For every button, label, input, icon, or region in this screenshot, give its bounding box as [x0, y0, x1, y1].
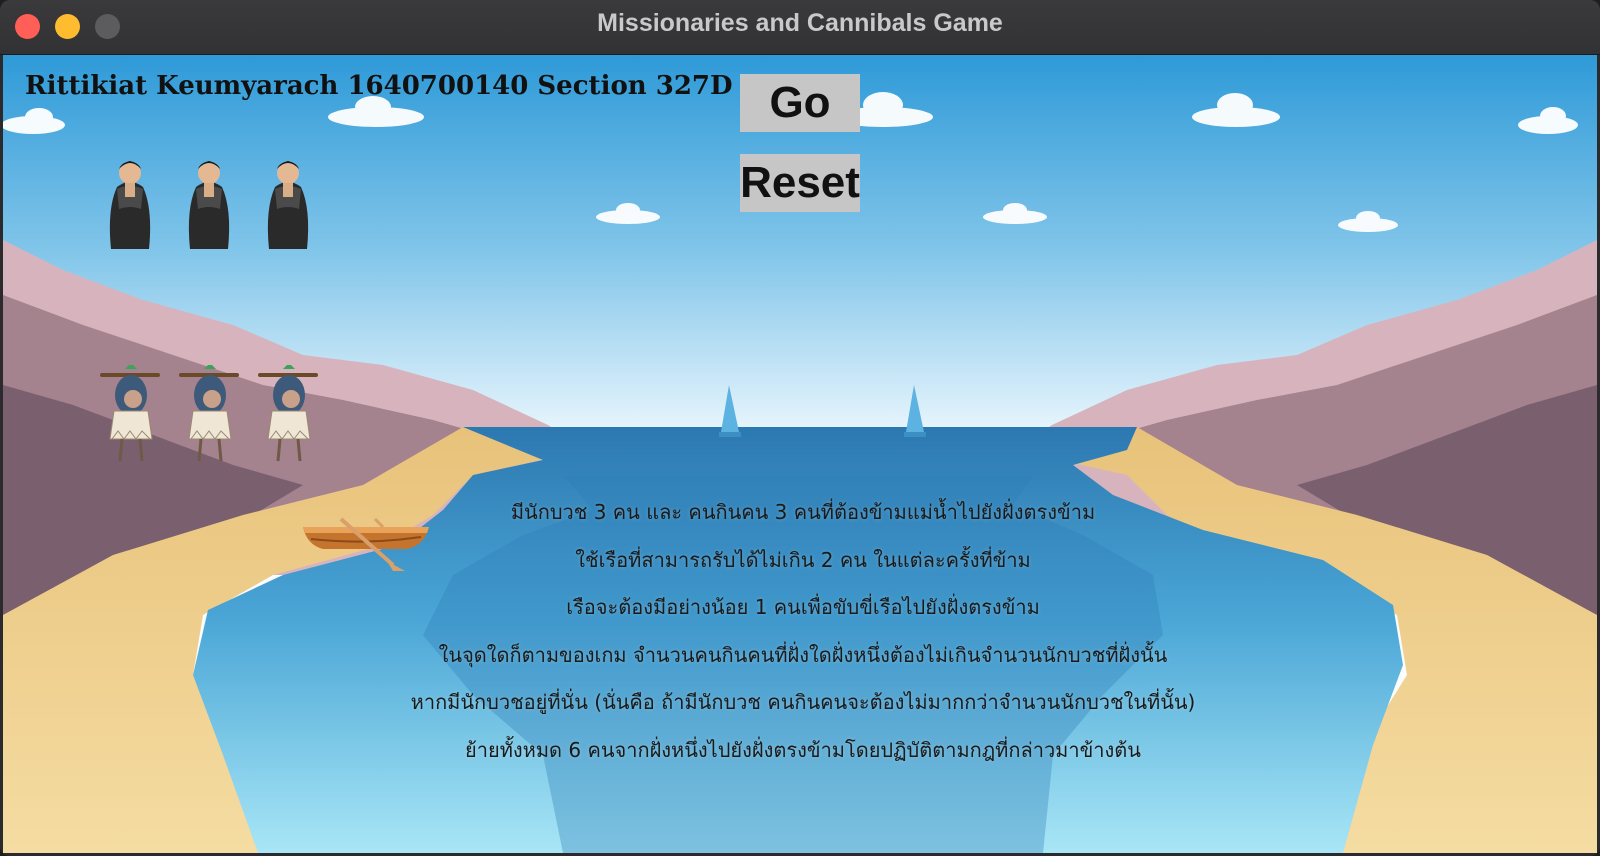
missionary-3[interactable] — [261, 149, 315, 253]
rule-line: ย้ายทั้งหมด 6 คนจากฝั่งหนึ่งไปยังฝั่งตรง… — [465, 737, 1141, 762]
rule-line: เรือจะต้องมีอย่างน้อย 1 คนเพื่อขับขี่เรื… — [566, 595, 1040, 619]
student-info: Rittikiat Keumyarach 1640700140 Section … — [25, 71, 733, 101]
window-title: Missionaries and Cannibals Game — [597, 9, 1003, 37]
rule-line: ใช้เรือที่สามารถรับได้ไม่เกิน 2 คน ในแต่… — [575, 547, 1031, 572]
missionary-2[interactable] — [182, 149, 236, 253]
rule-line: ในจุดใดก็ตามของเกม จำนวนคนกินคนที่ฝั่งใด… — [438, 642, 1168, 667]
rule-line: หากมีนักบวชอยู่ที่นั่น (นั่นคือ ถ้ามีนัก… — [410, 690, 1196, 714]
cannibal-3[interactable] — [256, 365, 322, 465]
go-button[interactable]: Go — [740, 74, 860, 132]
cannibal-2[interactable] — [177, 365, 243, 465]
rules-text: มีนักบวช 3 คน และ คนกินคน 3 คนที่ต้องข้า… — [303, 492, 1303, 777]
title-bar: Missionaries and Cannibals Game — [0, 0, 1600, 55]
cannibal-1[interactable] — [98, 365, 164, 465]
rule-line: มีนักบวช 3 คน และ คนกินคน 3 คนที่ต้องข้า… — [510, 500, 1096, 524]
missionary-1[interactable] — [103, 149, 157, 253]
game-stage: Rittikiat Keumyarach 1640700140 Section … — [3, 55, 1597, 853]
game-window: Missionaries and Cannibals Game Rittikia… — [0, 0, 1600, 856]
reset-button[interactable]: Reset — [740, 154, 860, 212]
